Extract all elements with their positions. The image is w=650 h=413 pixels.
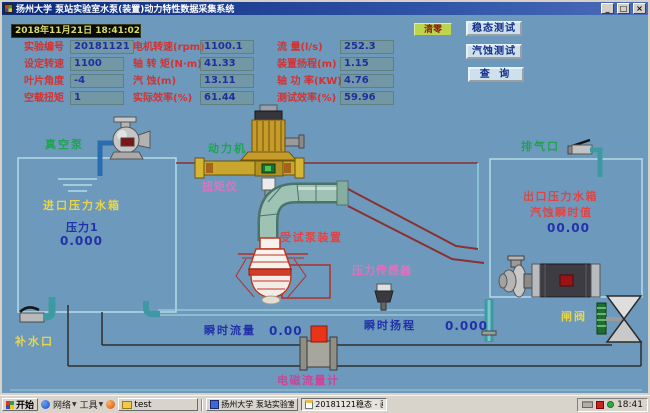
title-bar[interactable]: 扬州大学 泵站实验室水泵(装置)动力特性数据采集系统 _ □ ×	[2, 2, 648, 15]
browser-icon[interactable]	[41, 400, 50, 409]
window-title: 扬州大学 泵站实验室水泵(装置)动力特性数据采集系统	[16, 2, 598, 15]
cavitation-inst-label: 汽蚀瞬时值	[530, 207, 593, 219]
makeup-port-label: 补水口	[15, 336, 54, 348]
exhaust-port-label: 排气口	[521, 141, 560, 153]
field-label-actual-eff: 实际效率(%)	[133, 92, 192, 105]
field-label-blade-angle: 叶片角度	[24, 75, 64, 88]
field-value-actual-eff: 61.44	[200, 91, 254, 105]
gate-valve-label: 闸阀	[561, 311, 587, 323]
flowmeter-label: 电磁流量计	[277, 375, 340, 387]
field-value-power: 4.76	[340, 74, 394, 88]
field-value-set-speed: 1100	[70, 57, 124, 71]
windows-logo-icon	[6, 401, 14, 409]
minimize-button[interactable]: _	[601, 3, 614, 14]
steady-test-button[interactable]: 稳态测试	[466, 21, 522, 36]
printer-icon[interactable]	[582, 401, 593, 408]
field-label-set-speed: 设定转速	[24, 58, 64, 71]
system-tray: 18:41	[577, 398, 648, 412]
app-icon	[4, 4, 13, 13]
field-value-test-eff: 59.96	[340, 91, 394, 105]
field-value-blade-angle: -4	[70, 74, 124, 88]
document-icon	[305, 400, 313, 409]
field-value-exp-no: 20181121	[70, 40, 134, 54]
field-label-exp-no: 实验编号	[24, 41, 64, 54]
cavitation-test-button[interactable]: 汽蚀测试	[466, 44, 522, 59]
folder-icon	[122, 401, 132, 409]
test-pump-label: 受试泵装置	[280, 232, 343, 244]
datetime-display: 2018年11月21日 18:41:02	[11, 24, 141, 38]
quick-launch-icon[interactable]	[106, 400, 115, 409]
field-value-head: 1.15	[340, 57, 394, 71]
p1-label: 压力1	[66, 222, 99, 234]
field-value-motor-speed: 1100.1	[200, 40, 254, 54]
taskbar: 开始 网络▼ 工具▼ test 扬州大学 泵站实验室.. 20181121稳态 …	[0, 395, 650, 413]
inst-flow-value: 0.00	[269, 325, 303, 337]
torque-meter-label: 扭矩仪	[202, 181, 238, 193]
pressure-sensor-label: 压力传感器	[352, 265, 412, 277]
start-button[interactable]: 开始	[2, 398, 38, 411]
taskbar-menu-network[interactable]: 网络▼	[53, 398, 77, 411]
clear-button[interactable]: 清零	[414, 23, 452, 36]
outlet-tank-label: 出口压力水箱	[523, 191, 598, 203]
task-button-doc[interactable]: 20181121稳态 - 画图	[301, 398, 387, 411]
field-value-flow: 252.3	[340, 40, 394, 54]
taskbar-separator	[201, 399, 203, 411]
task-button-test-folder[interactable]: test	[118, 398, 198, 411]
task-button-app[interactable]: 扬州大学 泵站实验室..	[206, 398, 298, 411]
language-icon[interactable]	[596, 401, 604, 409]
field-label-noload-torque: 空载扭矩	[24, 92, 64, 105]
app-task-icon	[210, 400, 219, 409]
cavitation-inst-value: 00.00	[547, 222, 590, 234]
field-label-flow: 流 量(l/s)	[277, 41, 323, 54]
clock: 18:41	[617, 400, 643, 410]
desktop-screen: 扬州大学 泵站实验室水泵(装置)动力特性数据采集系统 _ □ ×	[0, 0, 650, 413]
field-value-shaft-torque: 41.33	[200, 57, 254, 71]
inlet-tank-label: 进口压力水箱	[43, 200, 121, 212]
power-machine-label: 动力机	[208, 143, 247, 155]
field-value-noload-torque: 1	[70, 91, 124, 105]
p1-value: 0.000	[60, 235, 103, 247]
inst-head-label: 瞬时扬程	[364, 320, 416, 332]
vacuum-pump-label: 真空泵	[45, 139, 84, 151]
restore-button[interactable]: □	[617, 3, 630, 14]
field-label-head: 装置扬程(m)	[277, 58, 337, 71]
inst-flow-label: 瞬时流量	[204, 325, 256, 337]
field-label-motor-speed: 电机转速(rpm)	[133, 41, 205, 54]
query-button[interactable]: 查 询	[468, 67, 524, 82]
field-label-test-eff: 测试效率(%)	[277, 92, 336, 105]
field-label-cavitation: 汽 蚀(m)	[133, 75, 176, 88]
dropdown-arrow-icon: ▼	[99, 401, 104, 408]
taskbar-menu-tools[interactable]: 工具▼	[80, 398, 104, 411]
status-icon[interactable]	[607, 401, 614, 408]
field-label-power: 轴 功 率(KW)	[277, 75, 342, 88]
inst-head-value: 0.000	[445, 320, 488, 332]
field-value-cavitation: 13.11	[200, 74, 254, 88]
close-button[interactable]: ×	[633, 3, 646, 14]
field-label-shaft-torque: 轴 转 矩(N·m)	[133, 58, 202, 71]
dropdown-arrow-icon: ▼	[72, 401, 77, 408]
